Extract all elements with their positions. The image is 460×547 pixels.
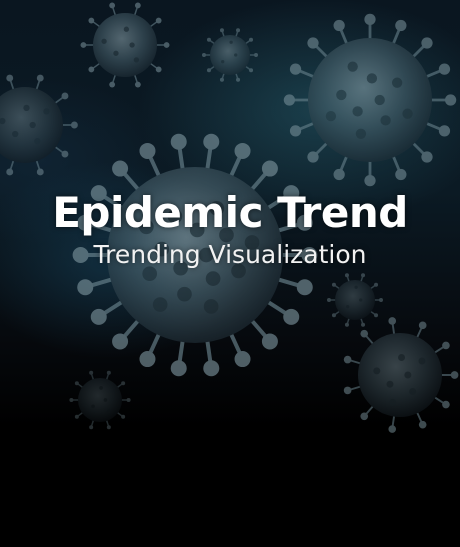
virus-icon bbox=[327, 273, 383, 327]
poster: Epidemic Trend Trending Visualization bbox=[0, 0, 460, 547]
virus-icon bbox=[283, 13, 457, 187]
poster-subtitle: Trending Visualization bbox=[93, 240, 367, 270]
poster-title: Epidemic Trend bbox=[52, 188, 408, 237]
virus-icon bbox=[69, 370, 131, 430]
virus-icon bbox=[0, 74, 78, 176]
title-block: Epidemic Trend Trending Visualization bbox=[0, 188, 460, 270]
virus-icon bbox=[80, 2, 170, 88]
virus-icon bbox=[202, 28, 258, 82]
virus-background bbox=[0, 2, 459, 433]
virus-icon bbox=[343, 317, 459, 433]
